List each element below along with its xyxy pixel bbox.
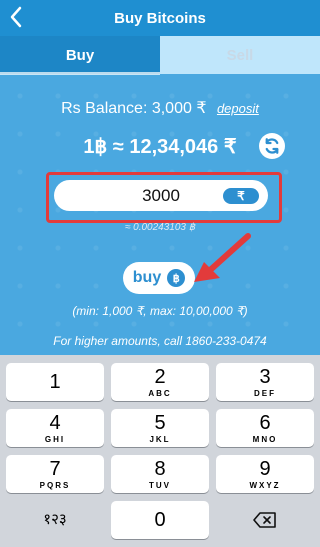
key-9[interactable]: 9 WXYZ	[216, 455, 314, 493]
key-0[interactable]: 0	[111, 501, 209, 539]
balance-line: Rs Balance: 3,000 ₹ deposit	[0, 98, 320, 118]
buy-button[interactable]: buy ฿	[123, 262, 195, 294]
annotation-arrow-icon	[194, 233, 251, 282]
key-8[interactable]: 8 TUV	[111, 455, 209, 493]
key-1[interactable]: 1	[6, 363, 104, 401]
key-numerals-toggle[interactable]: १२३	[6, 501, 104, 539]
chevron-left-icon	[10, 6, 22, 28]
key-letters: DEF	[254, 388, 276, 398]
content-area: Buy Bitcoins Buy Sell Rs Balance: 3,000 …	[0, 0, 320, 355]
key-letters: GHI	[44, 434, 66, 444]
key-7[interactable]: 7 PQRS	[6, 455, 104, 493]
backspace-icon	[253, 512, 276, 528]
key-digit: १२३	[43, 511, 67, 528]
page-title: Buy Bitcoins	[114, 9, 206, 27]
key-digit: 2	[154, 365, 166, 388]
key-backspace[interactable]	[216, 501, 314, 539]
tab-sell[interactable]: Sell	[160, 36, 320, 74]
bitcoin-icon: ฿	[167, 269, 186, 287]
key-digit: 3	[259, 365, 271, 388]
key-digit: 7	[49, 457, 61, 480]
amount-value: 3000	[142, 185, 180, 205]
numeric-keyboard: 1 2 ABC 3 DEF 4 GHI 5 JKL 6 MNO 7 PQRS 8 TUV 9W…	[0, 355, 320, 547]
key-digit: 0	[154, 509, 166, 531]
key-letters: PQRS	[39, 480, 71, 490]
key-3[interactable]: 3 DEF	[216, 363, 314, 401]
balance-text: Rs Balance: 3,000 ₹	[61, 100, 207, 117]
key-digit: 9	[259, 457, 271, 480]
tab-buy[interactable]: Buy	[0, 36, 160, 74]
deposit-link[interactable]: deposit	[217, 101, 259, 116]
currency-toggle[interactable]: ₹	[223, 188, 259, 204]
key-letters: WXYZ	[249, 480, 281, 490]
back-button[interactable]	[6, 6, 26, 28]
key-digit: 4	[49, 411, 61, 434]
key-letters: MNO	[252, 434, 278, 444]
tab-bar: Buy Sell	[0, 36, 320, 74]
key-digit: 1	[49, 371, 61, 393]
exchange-rate-text: 1฿ ≈ 12,34,046 ₹	[83, 136, 237, 158]
btc-equivalent: ≈ 0.00243103 ฿	[124, 222, 196, 233]
refresh-button[interactable]	[259, 133, 285, 159]
header: Buy Bitcoins	[0, 0, 320, 36]
key-letters: TUV	[149, 480, 171, 490]
key-6[interactable]: 6 MNO	[216, 409, 314, 447]
refresh-icon	[265, 138, 279, 154]
key-letters: ABC	[148, 388, 172, 398]
key-digit: 6	[259, 411, 271, 434]
limits-text: (min: 1,000 ₹, max: 10,00,000 ₹)	[72, 304, 248, 318]
key-2[interactable]: 2 ABC	[111, 363, 209, 401]
key-digit: 5	[154, 411, 166, 434]
key-4[interactable]: 4 GHI	[6, 409, 104, 447]
key-digit: 8	[154, 457, 166, 480]
key-letters: JKL	[149, 434, 171, 444]
key-5[interactable]: 5 JKL	[111, 409, 209, 447]
app: Buy Bitcoins Buy Sell Rs Balance: 3,000 …	[0, 0, 320, 547]
active-tab-indicator	[0, 72, 160, 75]
higher-amounts-text: For higher amounts, call 1860-233-0474	[53, 334, 267, 348]
buy-button-label: buy	[132, 269, 162, 286]
